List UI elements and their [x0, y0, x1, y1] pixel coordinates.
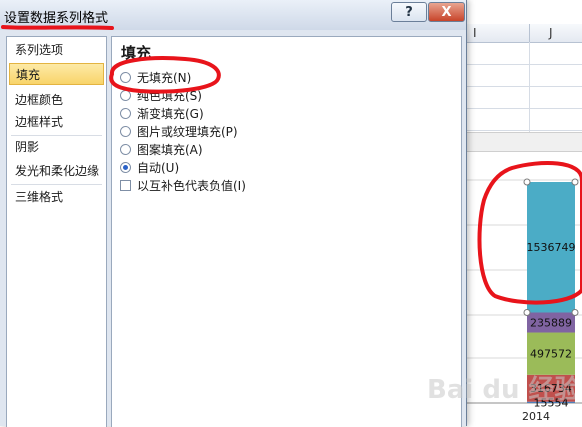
help-icon: ? [405, 4, 413, 20]
nav-item-shadow[interactable]: 阴影 [7, 136, 106, 158]
fill-options-panel: 填充 无填充(N) 纯色填充(S) 渐变填充(G) 图片或纹理填充(P) 图案填… [111, 36, 462, 427]
option-label: 以互补色代表负值(I) [137, 178, 246, 193]
option-label: 纯色填充(S) [137, 88, 202, 103]
nav-item-fill[interactable]: 填充 [9, 63, 104, 85]
category-label-2014: 2014 [522, 410, 550, 423]
data-label-1: 316734 [530, 382, 572, 395]
nav-item-border-style[interactable]: 边框样式 [7, 111, 106, 133]
data-label-3: 235889 [530, 317, 572, 330]
radio-picture-texture-fill[interactable] [120, 125, 131, 137]
option-picture-texture-fill[interactable]: 图片或纹理填充(P) [120, 122, 238, 140]
option-invert-if-negative[interactable]: 以互补色代表负值(I) [120, 176, 246, 194]
selection-handle[interactable] [571, 178, 579, 186]
dialog-titlebar[interactable]: 设置数据系列格式 ? X [0, 0, 466, 30]
selection-handle[interactable] [523, 308, 531, 316]
dialog-title: 设置数据系列格式 [4, 11, 109, 26]
option-label: 图案填充(A) [137, 142, 203, 157]
selection-handle[interactable] [523, 178, 531, 186]
option-label: 图片或纹理填充(P) [137, 124, 238, 139]
help-button[interactable]: ? [391, 2, 427, 22]
close-button[interactable]: X [428, 2, 465, 22]
nav-item-series-options[interactable]: 系列选项 [7, 39, 106, 61]
radio-no-fill[interactable] [120, 71, 131, 83]
nav-divider [11, 184, 102, 185]
nav-item-border-color[interactable]: 边框颜色 [7, 89, 106, 111]
nav-item-3d-format[interactable]: 三维格式 [7, 186, 106, 208]
category-list: 系列选项 填充 边框颜色 边框样式 阴影 发光和柔化边缘 三维格式 [6, 36, 107, 427]
radio-pattern-fill[interactable] [120, 143, 131, 155]
option-label: 渐变填充(G) [137, 106, 204, 121]
selection-handle[interactable] [571, 308, 579, 316]
option-label: 自动(U) [137, 160, 180, 175]
data-label-0: 15554 [534, 396, 569, 409]
radio-gradient-fill[interactable] [120, 107, 131, 119]
option-solid-fill[interactable]: 纯色填充(S) [120, 86, 202, 104]
format-data-series-dialog: 设置数据系列格式 ? X 系列选项 填充 边框颜色 边框样式 阴影 发光和柔化边… [0, 0, 467, 427]
option-pattern-fill[interactable]: 图案填充(A) [120, 140, 203, 158]
checkbox-invert-if-negative[interactable] [120, 179, 131, 191]
data-label-4: 1536749 [527, 241, 576, 254]
option-no-fill[interactable]: 无填充(N) [120, 68, 191, 86]
section-title: 填充 [121, 44, 152, 62]
radio-automatic[interactable] [120, 161, 131, 173]
close-icon: X [441, 4, 452, 20]
option-gradient-fill[interactable]: 渐变填充(G) [120, 104, 204, 122]
option-automatic[interactable]: 自动(U) [120, 158, 179, 176]
nav-item-glow-soft-edges[interactable]: 发光和柔化边缘 [7, 160, 106, 182]
data-label-2: 497572 [530, 348, 572, 361]
radio-solid-fill[interactable] [120, 89, 131, 101]
option-label: 无填充(N) [137, 70, 192, 85]
